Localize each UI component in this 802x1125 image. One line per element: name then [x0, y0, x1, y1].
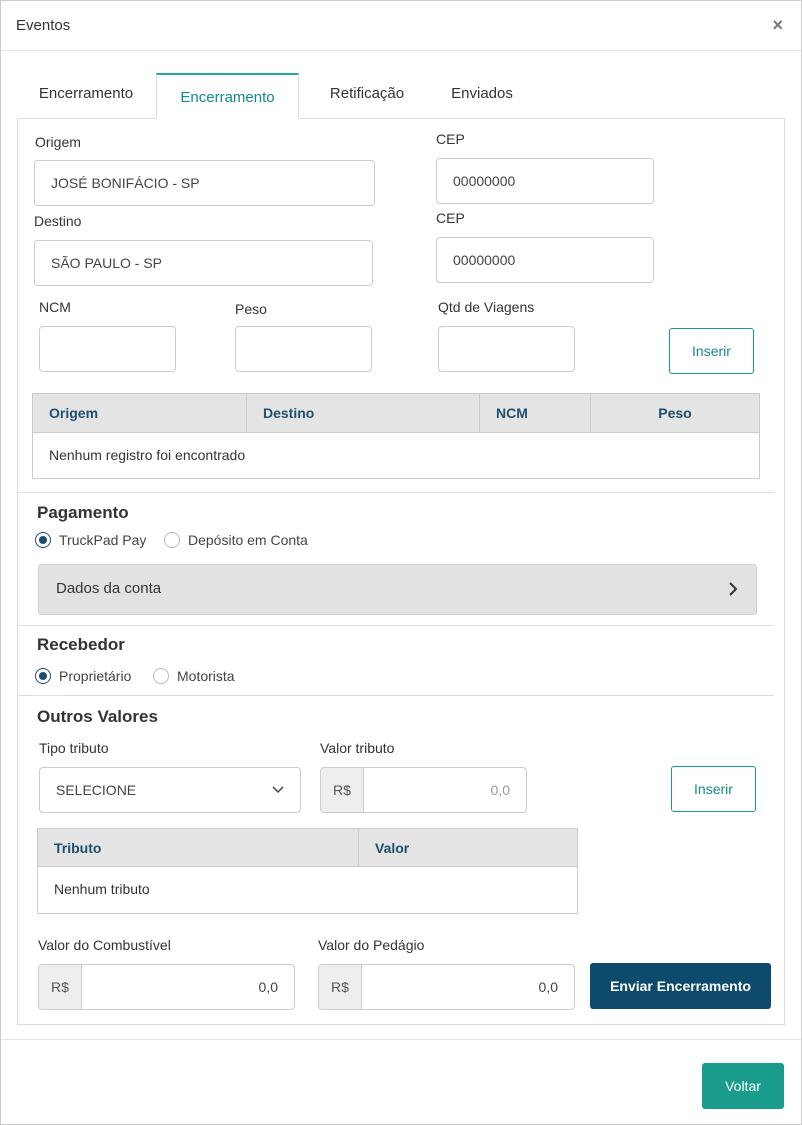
radio-unchecked-icon	[164, 532, 180, 548]
tab-encerramento-active[interactable]: Encerramento	[156, 73, 299, 119]
inserir-rota-button[interactable]: Inserir	[669, 328, 754, 374]
radio-proprietario-label: Proprietário	[59, 668, 132, 684]
cep-origem-label: CEP	[436, 131, 465, 147]
radio-checked-icon	[35, 668, 51, 684]
combustivel-input[interactable]: R$ 0,0	[38, 964, 295, 1010]
rota-empty-text: Nenhum registro foi encontrado	[49, 447, 246, 463]
col-peso: Peso	[590, 394, 759, 432]
radio-proprietario[interactable]: Proprietário	[35, 668, 131, 684]
enviar-encerramento-button[interactable]: Enviar Encerramento	[590, 963, 771, 1009]
peso-label: Peso	[235, 301, 267, 317]
radio-truckpad-pay-label: TruckPad Pay	[59, 532, 147, 548]
col-origem: Origem	[49, 405, 99, 421]
divider	[18, 492, 774, 493]
radio-truckpad-pay[interactable]: TruckPad Pay	[35, 532, 146, 548]
rota-table-header: Origem Destino NCM Peso	[33, 394, 759, 433]
origem-input[interactable]: JOSÉ BONIFÁCIO - SP	[34, 160, 375, 206]
qtd-viagens-label: Qtd de Viagens	[438, 299, 535, 315]
radio-checked-icon	[35, 532, 51, 548]
valor-tributo-placeholder: 0,0	[490, 782, 510, 798]
pedagio-label: Valor do Pedágio	[318, 937, 425, 953]
inserir-tributo-button[interactable]: Inserir	[671, 766, 756, 812]
cep-destino-label: CEP	[436, 210, 465, 226]
pedagio-input[interactable]: R$ 0,0	[318, 964, 575, 1010]
eventos-modal: Eventos × Encerramento Encerramento Reti…	[0, 0, 802, 1125]
pagamento-title: Pagamento	[37, 503, 129, 522]
tab-panel: Origem JOSÉ BONIFÁCIO - SP CEP 00000000 …	[17, 118, 785, 1025]
radio-deposito-conta[interactable]: Depósito em Conta	[164, 532, 308, 548]
currency-addon: R$	[321, 768, 364, 812]
currency-addon: R$	[39, 965, 82, 1009]
modal-title: Eventos	[16, 17, 71, 34]
dados-da-conta-accordion[interactable]: Dados da conta	[38, 564, 757, 615]
tributo-table-header: Tributo Valor	[38, 829, 577, 867]
valor-tributo-label: Valor tributo	[320, 740, 395, 756]
tipo-tributo-label: Tipo tributo	[39, 740, 109, 756]
col-ncm: NCM	[479, 394, 590, 432]
ncm-input[interactable]	[39, 326, 176, 372]
radio-deposito-conta-label: Depósito em Conta	[188, 532, 308, 548]
close-icon[interactable]: ×	[772, 15, 783, 35]
cep-origem-input[interactable]: 00000000	[436, 158, 654, 204]
tipo-tributo-value: SELECIONE	[56, 782, 137, 798]
recebedor-title: Recebedor	[37, 635, 125, 654]
col-tributo: Tributo	[54, 839, 102, 856]
col-destino: Destino	[246, 394, 479, 432]
combustivel-value: 0,0	[258, 979, 278, 995]
cep-destino-input[interactable]: 00000000	[436, 237, 654, 283]
tab-retificacao[interactable]: Retificação	[307, 73, 427, 119]
currency-addon: R$	[319, 965, 362, 1009]
origem-label: Origem	[35, 134, 81, 150]
chevron-right-icon	[729, 582, 738, 596]
radio-motorista-label: Motorista	[177, 668, 235, 684]
tab-enviados[interactable]: Enviados	[427, 73, 537, 119]
radio-unchecked-icon	[153, 668, 169, 684]
valor-tributo-input[interactable]: R$ 0,0	[320, 767, 527, 813]
modal-header: Eventos ×	[1, 1, 801, 51]
tributo-empty-text: Nenhum tributo	[54, 881, 150, 897]
ncm-label: NCM	[39, 299, 71, 315]
radio-motorista[interactable]: Motorista	[153, 668, 235, 684]
destino-label: Destino	[34, 213, 82, 229]
col-valor: Valor	[358, 829, 577, 866]
qtd-viagens-input[interactable]	[438, 326, 575, 372]
outros-valores-title: Outros Valores	[37, 707, 158, 726]
dados-da-conta-label: Dados da conta	[56, 580, 162, 597]
divider	[18, 695, 774, 696]
tab-encerramento-1[interactable]: Encerramento	[17, 73, 155, 119]
combustivel-label: Valor do Combustível	[38, 937, 171, 953]
peso-input[interactable]	[235, 326, 372, 372]
tributo-table: Tributo Valor Nenhum tributo	[37, 828, 578, 914]
chevron-down-icon	[272, 786, 284, 794]
pedagio-value: 0,0	[538, 979, 558, 995]
footer-divider	[1, 1039, 801, 1040]
destino-input[interactable]: SÃO PAULO - SP	[34, 240, 373, 286]
tipo-tributo-select[interactable]: SELECIONE	[39, 767, 301, 813]
voltar-button[interactable]: Voltar	[702, 1063, 784, 1109]
divider	[18, 625, 774, 626]
rota-table: Origem Destino NCM Peso Nenhum registro …	[32, 393, 760, 479]
